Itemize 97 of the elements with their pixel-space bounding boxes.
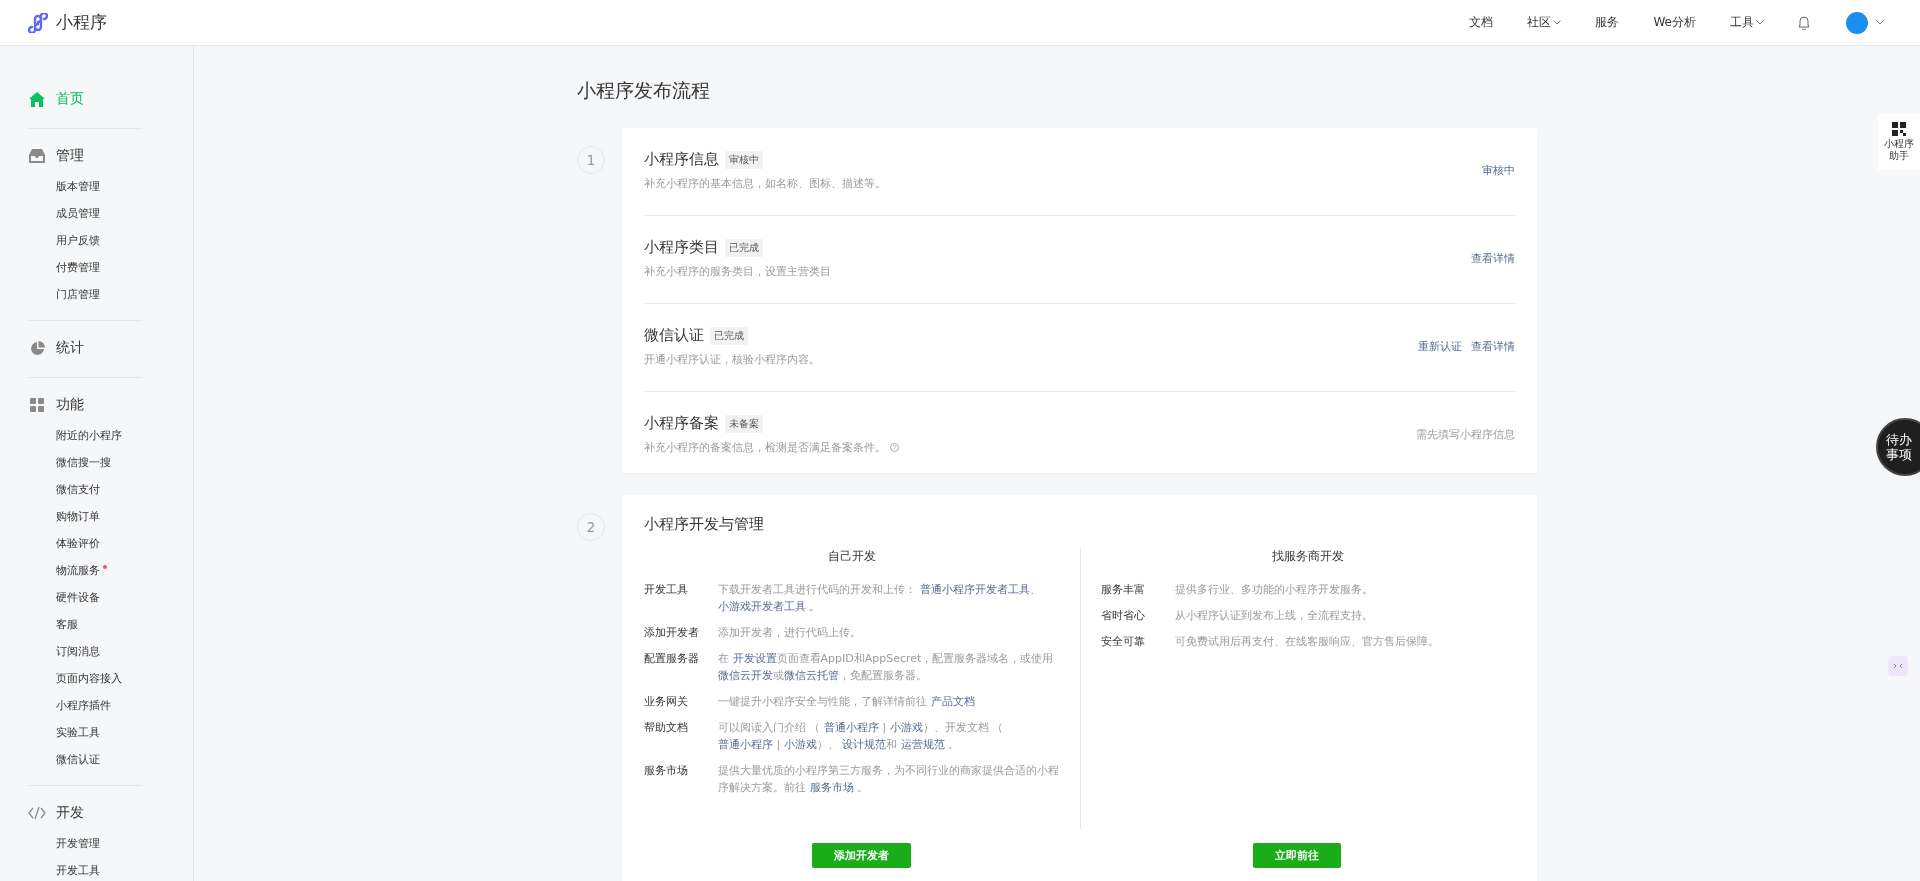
- status-tag: 已完成: [725, 238, 763, 257]
- row-title: 小程序信息: [644, 150, 719, 169]
- qr-code-icon: [1892, 122, 1906, 136]
- assistant-button[interactable]: 小程序助手: [1878, 114, 1920, 170]
- sidebar-section[interactable]: 统计: [0, 335, 142, 361]
- feature-description: 可免费试用后再支付、在线客服响应、官方售后保障。: [1174, 634, 1439, 650]
- nav-link[interactable]: 工具: [1730, 14, 1764, 31]
- doc-link[interactable]: 微信云托管: [784, 669, 839, 682]
- notification-dot: [103, 565, 107, 569]
- doc-link[interactable]: 开发设置: [732, 652, 777, 665]
- row-title: 小程序类目: [644, 238, 719, 257]
- feature-description: 添加开发者，进行代码上传。: [718, 625, 861, 641]
- feature-description: 提供多行业、多功能的小程序开发服务。: [1174, 582, 1373, 598]
- row-title: 微信认证: [644, 326, 704, 345]
- nav-link[interactable]: 文档: [1469, 14, 1494, 31]
- grid-icon: [30, 398, 44, 412]
- sidebar-item[interactable]: 订阅消息: [28, 638, 142, 665]
- logo-icon: [28, 12, 48, 33]
- card-title: 小程序开发与管理: [644, 514, 765, 535]
- action-link[interactable]: 查看详情: [1471, 251, 1515, 266]
- nav-link[interactable]: 服务: [1595, 14, 1620, 31]
- code-icon: [28, 806, 46, 820]
- page-title: 小程序发布流程: [577, 78, 711, 103]
- feature-label: 安全可靠: [1100, 634, 1146, 650]
- sidebar-item[interactable]: 小程序插件: [28, 692, 142, 719]
- sidebar-item[interactable]: 实验工具: [28, 719, 142, 746]
- feature-label: 添加开发者: [644, 625, 700, 641]
- row-description: 开通小程序认证，核验小程序内容。: [644, 352, 820, 367]
- doc-link[interactable]: 普通小程序: [824, 721, 879, 734]
- doc-link[interactable]: 小游戏: [783, 738, 817, 751]
- row-description: 补充小程序的基本信息，如名称、图标、描述等。: [644, 176, 886, 191]
- sidebar-item[interactable]: 物流服务: [28, 557, 142, 584]
- action-link[interactable]: 查看详情: [1471, 339, 1515, 354]
- bell-icon[interactable]: [1798, 15, 1810, 30]
- doc-link[interactable]: 服务市场: [809, 781, 854, 794]
- sidebar-item[interactable]: 门店管理: [28, 281, 142, 308]
- todo-button[interactable]: 待办事项: [1876, 418, 1920, 476]
- inbox-icon: [29, 149, 45, 163]
- help-icon[interactable]: [890, 443, 899, 452]
- caret-icon: [1756, 20, 1764, 25]
- feature-description: 在 开发设置页面查看AppID和AppSecret，配置服务器域名，或使用 微信云开发或微信云托管，免配置服务器。: [718, 651, 1055, 684]
- sidebar-section[interactable]: 开发: [0, 800, 142, 826]
- doc-link[interactable]: 小游戏: [889, 721, 923, 734]
- action-link[interactable]: 审核中: [1482, 163, 1515, 178]
- sidebar-item[interactable]: 客服: [28, 611, 142, 638]
- feature-label: 服务丰富: [1100, 582, 1146, 598]
- doc-link[interactable]: 普通小程序开发者工具: [919, 583, 1030, 596]
- doc-link[interactable]: 运营规范: [900, 738, 945, 751]
- column-heading: 自己开发: [826, 548, 877, 565]
- feature-description: 可以阅读入门介绍 （ 普通小程序 | 小游戏）、开发文档 （ 普通小程序 | 小游戏）、 设计规范和 运营规范 。: [718, 720, 1005, 753]
- sidebar-item[interactable]: 硬件设备: [28, 584, 142, 611]
- feature-label: 省时省心: [1100, 608, 1146, 624]
- sidebar-section[interactable]: 管理: [0, 143, 142, 169]
- sidebar-section[interactable]: 功能: [0, 392, 142, 418]
- caret-icon: [1553, 20, 1562, 25]
- doc-link[interactable]: 普通小程序: [718, 738, 773, 751]
- status-tag: 已完成: [710, 326, 748, 345]
- sidebar-item[interactable]: 附近的小程序: [28, 422, 142, 449]
- sidebar-item[interactable]: 付费管理: [28, 254, 142, 281]
- sidebar-item[interactable]: 开发工具: [28, 857, 142, 881]
- caret-icon: [1876, 20, 1884, 25]
- sidebar-item[interactable]: 版本管理: [28, 173, 142, 200]
- sidebar-item[interactable]: 微信搜一搜: [28, 449, 142, 476]
- sidebar-item[interactable]: 页面内容接入: [28, 665, 142, 692]
- feature-label: 开发工具: [644, 582, 689, 598]
- doc-link[interactable]: 设计规范: [842, 738, 887, 751]
- doc-link[interactable]: 微信云开发: [718, 669, 773, 682]
- nav-link[interactable]: 社区: [1527, 14, 1562, 31]
- status-tag: 未备案: [725, 414, 763, 433]
- sidebar-item[interactable]: 购物订单: [28, 503, 142, 530]
- home-icon: [29, 91, 45, 107]
- row-title: 小程序备案: [644, 414, 719, 433]
- status-note: 需先填写小程序信息: [1416, 427, 1515, 442]
- doc-link[interactable]: 产品文档: [930, 695, 975, 708]
- feature-description: 一键提升小程序安全与性能，了解详情前往 产品文档: [718, 694, 975, 710]
- brand-name: 小程序: [56, 11, 107, 34]
- pie-chart-icon: [29, 340, 45, 356]
- action-link[interactable]: 重新认证: [1418, 339, 1462, 354]
- row-description: 补充小程序的备案信息，检测是否满足备案条件。: [644, 440, 886, 455]
- sidebar-item[interactable]: 成员管理: [28, 200, 142, 227]
- column-heading: 找服务商开发: [1270, 548, 1345, 565]
- sidebar-item[interactable]: 微信支付: [28, 476, 142, 503]
- feature-description: 从小程序认证到发布上线，全流程支持。: [1174, 608, 1373, 624]
- feature-label: 业务网关: [644, 694, 689, 710]
- sidebar-item[interactable]: 开发管理: [28, 830, 142, 857]
- feature-description: 下载开发者工具进行代码的开发和上传： 普通小程序开发者工具、 小游戏开发者工具 。: [718, 582, 1042, 615]
- feature-label: 帮助文档: [644, 720, 689, 736]
- avatar[interactable]: [1846, 11, 1868, 34]
- feature-label: 服务市场: [644, 763, 689, 779]
- sidebar-item[interactable]: 体验评价: [28, 530, 142, 557]
- row-description: 补充小程序的服务类目，设置主营类目: [644, 264, 831, 279]
- doc-link[interactable]: 小游戏开发者工具: [718, 600, 806, 613]
- nav-link[interactable]: We分析: [1653, 14, 1696, 31]
- sidebar-item[interactable]: 用户反馈: [28, 227, 142, 254]
- sidebar-item[interactable]: 微信认证: [28, 746, 142, 773]
- feature-label: 配置服务器: [644, 651, 700, 667]
- status-tag: 审核中: [725, 150, 763, 169]
